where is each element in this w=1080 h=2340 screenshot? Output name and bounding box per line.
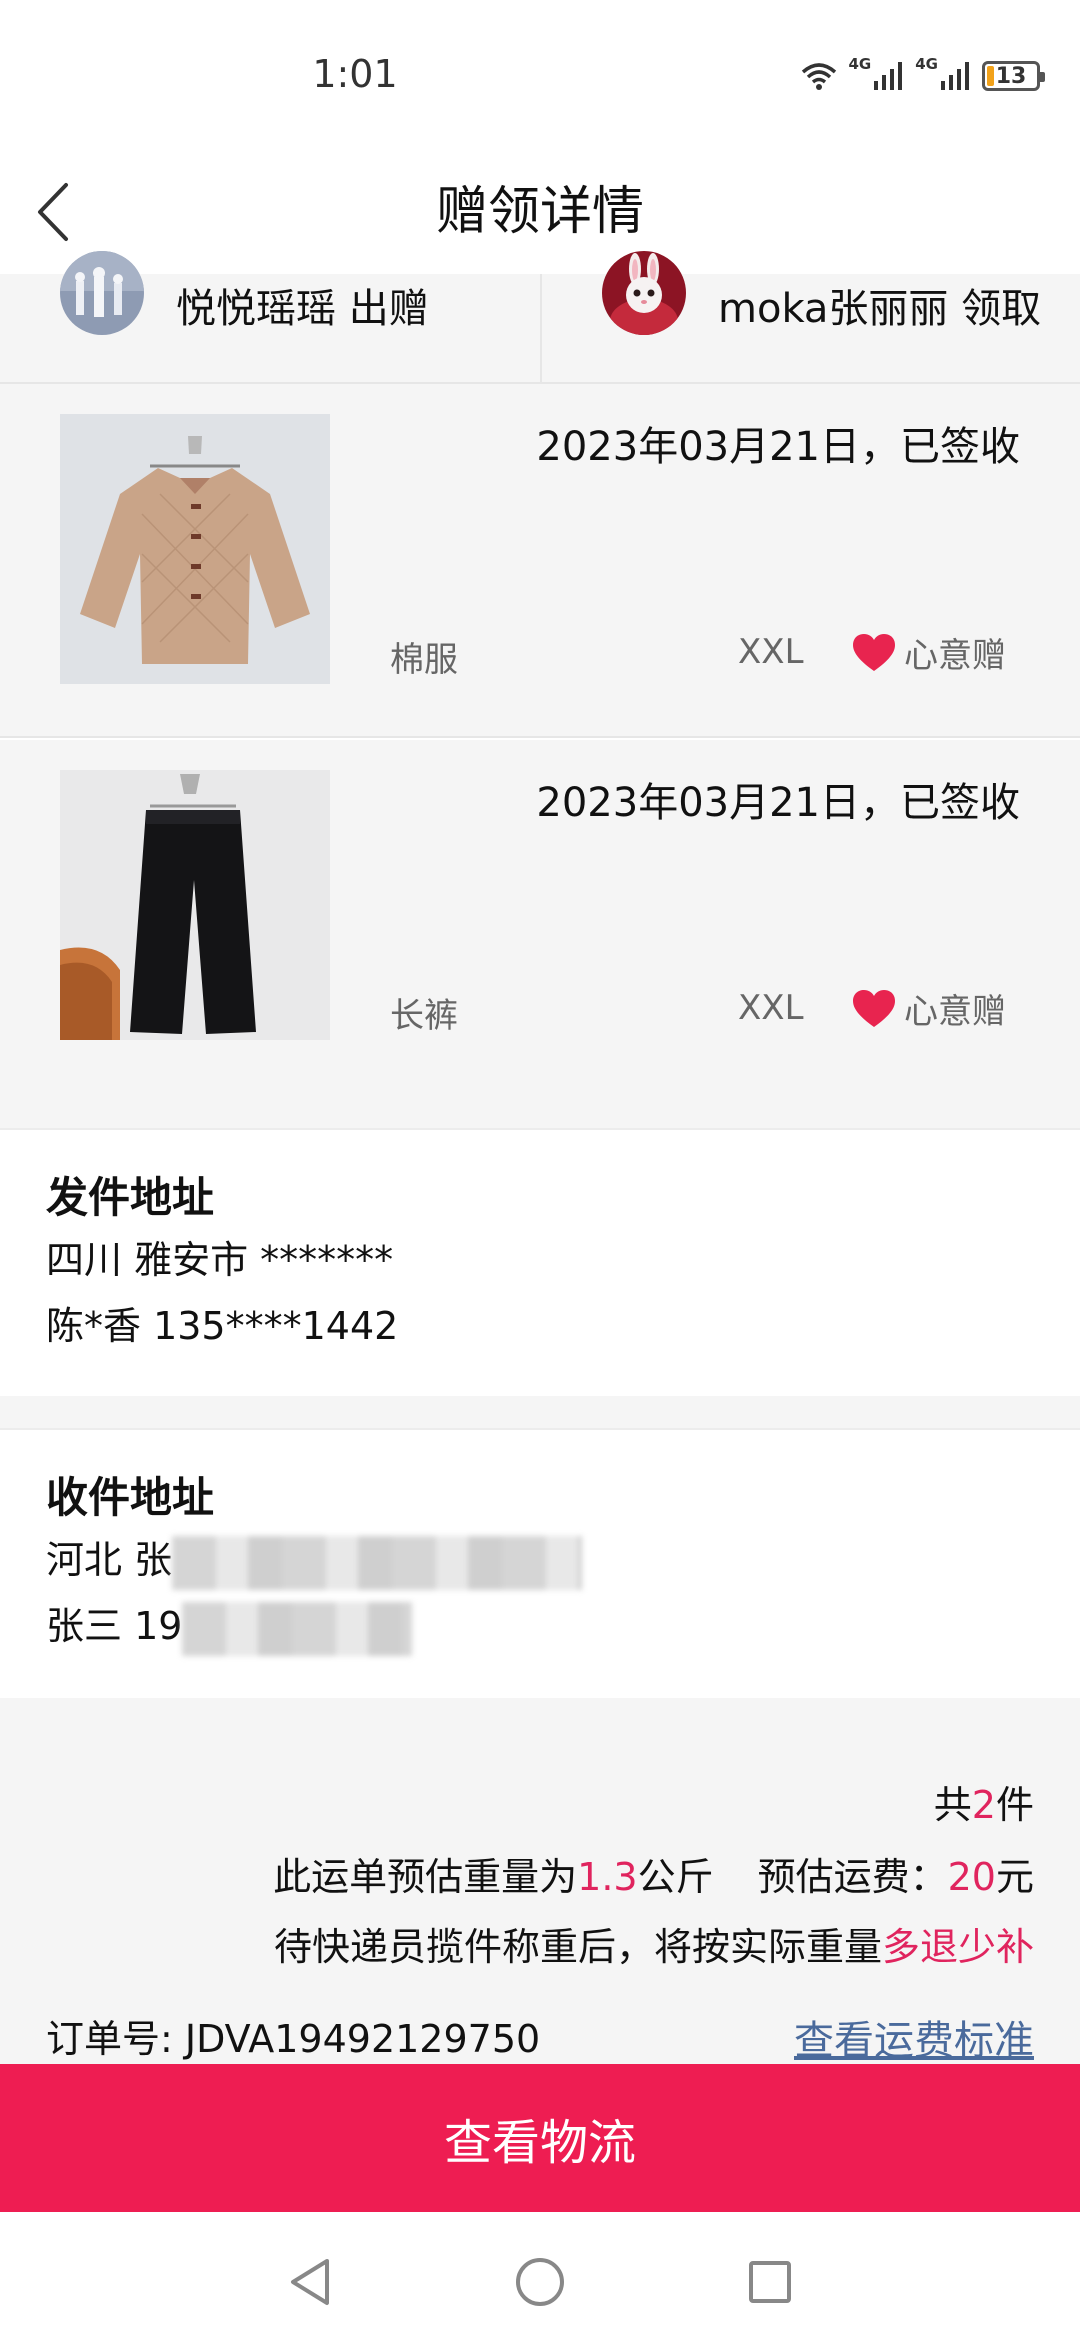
battery-icon: 13 bbox=[982, 61, 1045, 91]
fee-value: 20 bbox=[947, 1855, 996, 1899]
signal-icon-2 bbox=[941, 62, 969, 90]
status-time: 1:01 bbox=[312, 52, 398, 96]
recipient-address-title: 收件地址 bbox=[46, 1473, 215, 1522]
item-date: 2023年03月21日，已签收 bbox=[536, 424, 1020, 470]
receiver-label: moka张丽丽 领取 bbox=[718, 286, 1042, 332]
sender-address-section: 发件地址 四川 雅安市 ******* 陈*香 135****1442 bbox=[0, 1128, 1080, 1396]
item-thumbnail-jacket bbox=[60, 414, 330, 684]
note-highlight: 多退少补 bbox=[881, 1925, 1034, 1969]
users-row: 悦悦瑶瑶 出赠 moka张丽丽 领取 bbox=[0, 251, 1080, 384]
recipient-address-prefix: 河北 张 bbox=[46, 1538, 173, 1582]
nav-home-button[interactable] bbox=[510, 2252, 570, 2312]
heart-icon bbox=[853, 989, 895, 1027]
fee-unit: 元 bbox=[995, 1855, 1034, 1899]
nav-back-button[interactable] bbox=[280, 2252, 340, 2312]
system-nav-bar bbox=[0, 2212, 1080, 2340]
battery-level: 13 bbox=[995, 63, 1027, 89]
sender-contact: 陈*香 135****1442 bbox=[46, 1304, 399, 1348]
weight-prefix: 此运单预估重量为 bbox=[273, 1855, 578, 1899]
wifi-icon bbox=[801, 63, 836, 90]
giver-avatar bbox=[60, 251, 144, 335]
count-value: 2 bbox=[971, 1783, 996, 1827]
blurred-text bbox=[172, 1535, 583, 1590]
signal-icon bbox=[874, 62, 903, 90]
triangle-back-icon bbox=[291, 2259, 329, 2305]
fee-standard-link[interactable]: 查看运费标准 bbox=[794, 2008, 1034, 2066]
network-type-label-2: 4G bbox=[915, 55, 938, 73]
section-gap bbox=[0, 1396, 1080, 1428]
item-count: 共2件 bbox=[934, 1774, 1034, 1829]
nav-recents-button[interactable] bbox=[740, 2252, 800, 2312]
divider bbox=[540, 274, 542, 384]
order-number: 订单号: JDVA19492129750 bbox=[46, 2017, 541, 2061]
page-title: 赠领详情 bbox=[435, 182, 644, 242]
item-size: XXL bbox=[738, 988, 804, 1028]
count-prefix: 共 bbox=[933, 1783, 972, 1827]
item-size: XXL bbox=[738, 632, 804, 672]
item-tag: 心意赠 bbox=[852, 628, 1006, 677]
network-type-label: 4G bbox=[848, 55, 872, 73]
item-name: 棉服 bbox=[390, 640, 458, 680]
header: 赠领详情 bbox=[0, 150, 1080, 274]
status-icons: 4G 4G 13 bbox=[801, 55, 1045, 96]
recipient-address: 河北 张 bbox=[46, 1528, 1034, 1592]
recipient-contact: 张三 19 bbox=[46, 1594, 1034, 1658]
weight-value: 1.3 bbox=[577, 1855, 638, 1899]
sender-address-title: 发件地址 bbox=[46, 1173, 215, 1222]
item-date: 2023年03月21日，已签收 bbox=[536, 780, 1020, 826]
receiver-user[interactable]: moka张丽丽 领取 bbox=[602, 251, 1042, 336]
sender-address: 四川 雅安市 ******* bbox=[46, 1238, 394, 1282]
square-recents-icon bbox=[749, 2261, 791, 2303]
fee-prefix: 预估运费： bbox=[757, 1855, 948, 1899]
circle-home-icon bbox=[516, 2258, 564, 2306]
gift-item[interactable]: 2023年03月21日，已签收 长裤 XXL 心意赠 bbox=[0, 740, 1080, 1128]
shipping-summary: 共2件 此运单预估重量为1.3公斤 预估运费：20元 待快递员揽件称重后，将按实际… bbox=[0, 1698, 1080, 2064]
weight-unit: 公斤 bbox=[637, 1855, 714, 1899]
count-suffix: 件 bbox=[995, 1783, 1034, 1827]
status-bar: 1:01 4G 4G 13 bbox=[0, 0, 1080, 150]
giver-user[interactable]: 悦悦瑶瑶 出赠 bbox=[60, 251, 429, 336]
recipient-address-section: 收件地址 河北 张 张三 19 bbox=[0, 1428, 1080, 1698]
item-tag: 心意赠 bbox=[852, 984, 1006, 1033]
view-logistics-button[interactable]: 查看物流 bbox=[0, 2064, 1080, 2212]
heart-icon bbox=[853, 633, 895, 671]
refund-note: 待快递员揽件称重后，将按实际重量多退少补 bbox=[274, 1916, 1034, 1971]
note-prefix: 待快递员揽件称重后，将按实际重量 bbox=[273, 1925, 882, 1969]
giver-label: 悦悦瑶瑶 出赠 bbox=[176, 286, 429, 332]
recipient-contact-prefix: 张三 19 bbox=[46, 1604, 183, 1648]
weight-and-fee: 此运单预估重量为1.3公斤 预估运费：20元 bbox=[273, 1846, 1034, 1901]
tag-label: 心意赠 bbox=[904, 636, 1006, 676]
blurred-text bbox=[182, 1601, 413, 1656]
tag-label: 心意赠 bbox=[904, 992, 1006, 1032]
receiver-avatar bbox=[602, 251, 686, 335]
gift-item[interactable]: 2023年03月21日，已签收 棉服 XXL 心意赠 bbox=[0, 384, 1080, 738]
item-name: 长裤 bbox=[390, 996, 458, 1036]
item-thumbnail-pants bbox=[60, 770, 330, 1040]
